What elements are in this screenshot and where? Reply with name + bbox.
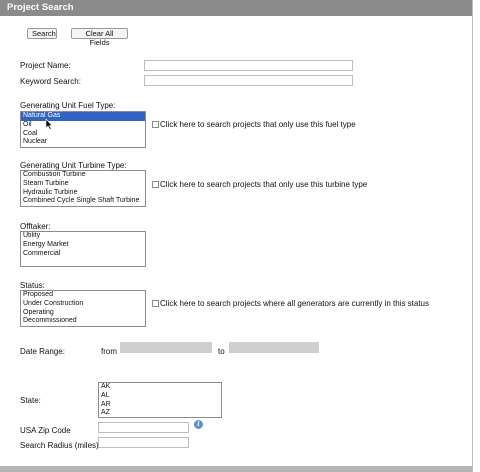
keyword-search-label: Keyword Search: <box>20 77 81 86</box>
keyword-search-input[interactable] <box>144 75 353 86</box>
zip-code-label: USA Zip Code <box>20 426 71 435</box>
zip-code-input[interactable] <box>98 422 189 433</box>
turbine-type-label: Generating Unit Turbine Type: <box>20 161 127 170</box>
offtaker-listbox[interactable]: Utility Energy Market Commercial <box>20 231 146 267</box>
mouse-pointer-icon <box>45 119 53 130</box>
fuel-type-label: Generating Unit Fuel Type: <box>20 101 116 110</box>
turbine-option-combined-cycle[interactable]: Combined Cycle Single Shaft Turbine <box>21 197 145 206</box>
date-from-input[interactable] <box>120 342 212 353</box>
offtaker-option-commercial[interactable]: Commercial <box>21 250 145 259</box>
project-name-label: Project Name: <box>20 61 71 70</box>
date-from-label: from <box>101 347 117 356</box>
clear-all-fields-button[interactable]: Clear All Fields <box>71 28 128 47</box>
window-frame-bottom <box>0 466 472 472</box>
turbine-only-checkbox[interactable] <box>152 181 159 188</box>
fuel-option-coal[interactable]: Coal <box>21 130 145 139</box>
date-to-input[interactable] <box>229 342 319 353</box>
offtaker-option-energy-market[interactable]: Energy Market <box>21 241 145 250</box>
offtaker-label: Offtaker: <box>20 222 51 231</box>
status-label: Status: <box>20 281 45 290</box>
fuel-option-oil[interactable]: Oil <box>21 121 145 130</box>
status-all-checkbox-label: Click here to search projects where all … <box>160 299 430 308</box>
state-option-ar[interactable]: AR <box>99 401 221 410</box>
info-icon[interactable]: i <box>194 420 203 429</box>
status-option-decommissioned[interactable]: Decommissioned <box>21 317 145 326</box>
search-radius-label: Search Radius (miles) <box>20 441 99 450</box>
page-title: Project Search <box>0 0 472 16</box>
project-name-input[interactable] <box>144 60 353 71</box>
offtaker-option-utility[interactable]: Utility <box>21 232 145 241</box>
status-all-checkbox[interactable] <box>152 300 159 307</box>
turbine-option-combustion[interactable]: Combustion Turbine <box>21 171 145 180</box>
turbine-option-steam[interactable]: Steam Turbine <box>21 180 145 189</box>
fuel-option-natural-gas[interactable]: Natural Gas <box>21 112 145 121</box>
state-listbox[interactable]: AK AL AR AZ <box>98 382 222 418</box>
status-option-under-construction[interactable]: Under Construction <box>21 300 145 309</box>
status-option-operating[interactable]: Operating <box>21 309 145 318</box>
fuel-type-listbox[interactable]: Natural Gas Oil Coal Nuclear <box>20 111 146 148</box>
search-button[interactable]: Search <box>27 28 57 39</box>
state-option-al[interactable]: AL <box>99 392 221 401</box>
state-label: State: <box>20 396 41 405</box>
search-radius-input[interactable] <box>98 437 189 448</box>
turbine-option-hydraulic[interactable]: Hydraulic Turbine <box>21 189 145 198</box>
window-frame-right <box>472 0 480 472</box>
fuel-only-checkbox-label: Click here to search projects that only … <box>160 120 356 129</box>
date-range-label: Date Range: <box>20 347 65 356</box>
state-option-ak[interactable]: AK <box>99 383 221 392</box>
status-listbox[interactable]: Proposed Under Construction Operating De… <box>20 290 146 327</box>
turbine-only-checkbox-label: Click here to search projects that only … <box>160 180 368 189</box>
status-option-proposed[interactable]: Proposed <box>21 291 145 300</box>
fuel-only-checkbox[interactable] <box>152 121 159 128</box>
turbine-type-listbox[interactable]: Combustion Turbine Steam Turbine Hydraul… <box>20 170 146 207</box>
fuel-option-nuclear[interactable]: Nuclear <box>21 138 145 147</box>
date-to-label: to <box>218 347 225 356</box>
state-option-az[interactable]: AZ <box>99 409 221 417</box>
